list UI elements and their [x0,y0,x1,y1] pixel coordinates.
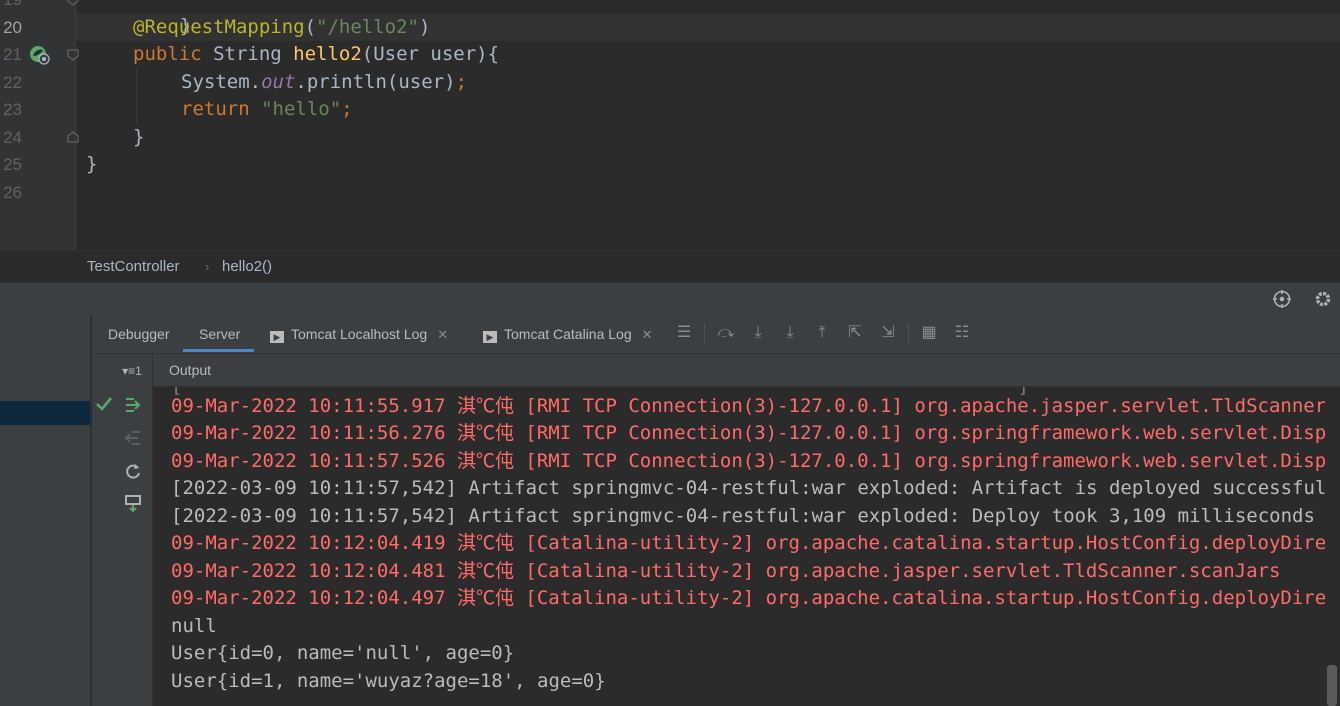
gear-icon[interactable] [1313,289,1333,309]
services-tree[interactable] [0,315,91,706]
output-title: Output [169,362,212,378]
restart-server-icon[interactable] [123,493,143,513]
show-execution-point-icon[interactable]: ⤼ [717,324,735,342]
line-number: 24 [3,128,22,147]
tab-label: Server [199,326,241,342]
console-line: 09-Mar-2022 10:11:55.917 淇℃伅 [RMI TCP Co… [171,395,1325,417]
services-toolwindow-header [0,282,1340,315]
string-token: "hello" [261,98,342,120]
annotation-token: @RequestMapping [133,16,305,38]
console-line: 09-Mar-2022 10:11:57.526 淇℃伅 [RMI TCP Co… [171,450,1325,472]
console-line: 09-Mar-2022 10:12:04.497 淇℃伅 [Catalina-u… [171,587,1325,609]
refresh-icon[interactable] [123,461,143,481]
line-number: 21 [3,45,22,64]
console-line: null [171,615,217,637]
threads-filter-icon[interactable]: ▾≡1 [119,361,145,381]
deploy-icon[interactable] [123,395,143,415]
line-number: 20 [3,18,22,37]
server-actions-column: ▾≡1 [92,354,153,706]
keyword-token: return [181,98,262,120]
tab-tomcat-localhost-log[interactable]: ▶ Tomcat Localhost Log ✕ [270,326,448,343]
breadcrumb-class[interactable]: TestController [87,258,180,275]
code-editor[interactable]: 19 20 21 22 23 24 25 26 } @RequestMappin… [0,0,1340,250]
code-line-22: System.out.println(user); [86,69,467,96]
drop-frame-icon[interactable]: ⇱ [846,324,864,342]
method-name-token: hello2 [293,43,362,65]
code-token: .println(user) [295,71,456,93]
code-line-25: } [86,151,97,178]
editor-gutter[interactable]: 19 20 21 22 23 24 25 26 [0,0,79,250]
console-scrollbar-track[interactable] [1325,387,1340,706]
toolbar-separator [908,323,909,345]
string-token: "/hello2" [316,16,419,38]
code-token: } [133,126,145,148]
log-file-icon: ▶ [483,331,497,343]
line-number: 19 [0,0,22,13]
services-tab-bar: Debugger Server ▶ Tomcat Localhost Log ✕ ▶… [92,315,1340,354]
run-to-cursor-icon[interactable]: ⇲ [879,324,897,342]
console-scrollbar-thumb[interactable] [1327,665,1337,706]
selected-tree-item[interactable] [0,401,90,425]
console-line: User{id=1, name='wuyaz?age=18', age=0} [171,670,606,692]
evaluate-expression-icon[interactable]: ▦ [920,324,938,342]
crosshair-icon[interactable] [1272,289,1292,309]
code-line-20: @RequestMapping("/hello2") [86,14,430,41]
console-line: 09-Mar-2022 10:11:56.276 淇℃伅 [RMI TCP Co… [171,422,1325,444]
breadcrumb-method[interactable]: hello2() [222,258,272,275]
line-number: 26 [3,183,22,202]
console-line: [2022-03-09 10:11:57,542] Artifact sprin… [171,477,1325,499]
tab-server[interactable]: Server [199,326,240,342]
step-into-icon[interactable]: ⤓ [781,324,799,342]
tab-label: Tomcat Catalina Log [504,326,632,342]
type-token: String [201,43,294,65]
tab-label: Debugger [108,326,170,342]
code-token: ( [304,16,317,38]
field-token: out [261,71,296,93]
semicolon-token: ; [455,71,468,93]
step-over-icon[interactable]: ⤓ [749,324,767,342]
keyword-token: public [133,43,202,65]
code-token: } [86,153,98,175]
code-token: ) [419,16,431,38]
console-line: [2022-03-09 10:11:57,542] Artifact sprin… [171,505,1315,527]
toolbar-separator [704,323,705,345]
console-output[interactable]: [ ] 09-Mar-2022 10:11:55.917 淇℃伅 [RMI TC… [153,387,1325,706]
fold-marker-icon[interactable] [67,0,79,6]
step-out-icon[interactable]: ⤒ [813,324,831,342]
code-line-23: return "hello"; [86,96,353,123]
console-line: 09-Mar-2022 10:12:04.481 淇℃伅 [Catalina-u… [171,560,1281,582]
fold-end-marker-icon[interactable] [67,131,79,143]
fold-marker-icon[interactable] [67,49,79,61]
code-token: (User user){ [361,43,500,65]
line-number: 22 [3,73,22,92]
output-panel-header: Output [153,354,1340,387]
log-file-icon: ▶ [270,331,284,343]
line-number: 25 [3,155,22,174]
console-line: User{id=0, name='null', age=0} [171,642,515,664]
trace-stream-icon[interactable]: ☷ [953,324,971,342]
close-icon[interactable]: ✕ [437,327,448,342]
code-token: System. [181,71,262,93]
active-tab-indicator [183,349,254,352]
more-tabs-icon[interactable]: ☰ [675,324,693,342]
breadcrumb: TestController › hello2() [0,250,1340,283]
close-icon[interactable]: ✕ [642,327,653,342]
semicolon-token: ; [341,98,353,120]
line-number: 23 [3,100,22,119]
code-line-24: } [86,124,144,151]
code-line-21: public String hello2(User user){ [86,41,499,68]
undeploy-icon[interactable] [123,428,143,448]
tab-label: Tomcat Localhost Log [291,326,428,342]
breadcrumb-separator: › [205,259,210,274]
check-icon [96,397,113,411]
tab-tomcat-catalina-log[interactable]: ▶ Tomcat Catalina Log ✕ [483,326,653,343]
tab-debugger[interactable]: Debugger [108,326,170,342]
console-line: 09-Mar-2022 10:12:04.419 淇℃伅 [Catalina-u… [171,532,1325,554]
spring-bean-gutter-icon[interactable] [28,44,52,66]
